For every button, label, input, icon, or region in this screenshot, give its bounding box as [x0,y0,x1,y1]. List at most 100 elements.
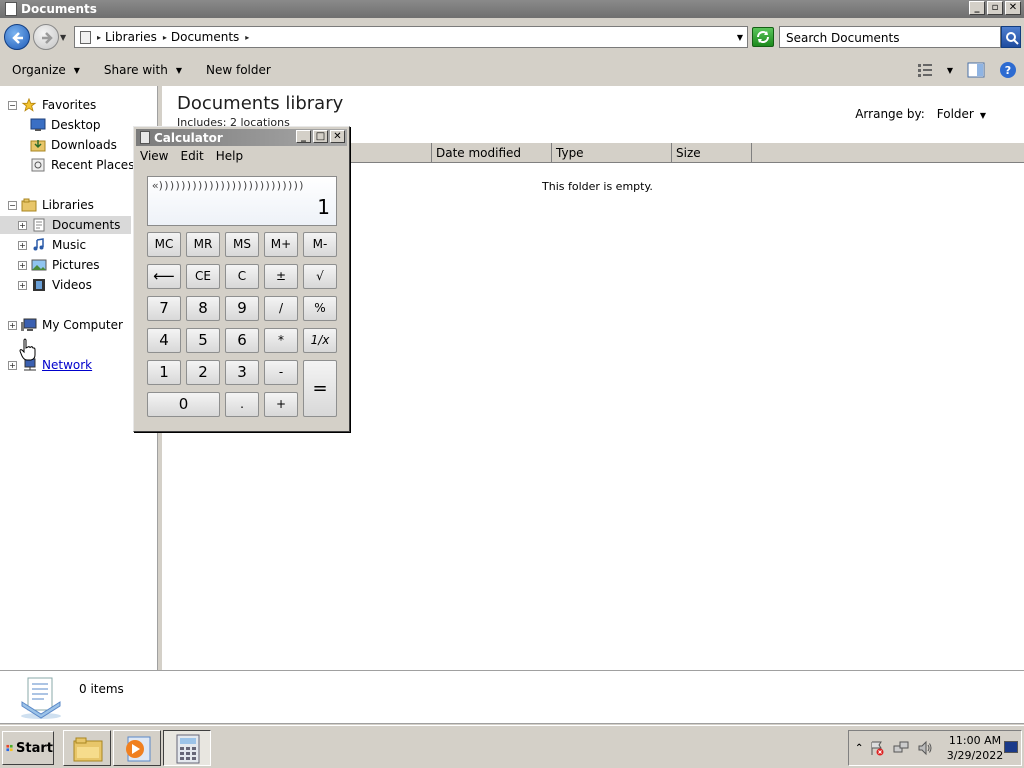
address-dropdown-icon[interactable]: ▼ [737,33,743,42]
negate-button[interactable]: ± [264,264,298,289]
backspace-button[interactable]: ⟵ [147,264,181,289]
recent-pages-dropdown-icon[interactable]: ▼ [60,33,66,42]
expand-toggle[interactable]: + [18,280,27,290]
digit-7-button[interactable]: 7 [147,296,181,321]
decimal-button[interactable]: . [225,392,259,417]
clear-button[interactable]: C [225,264,259,289]
menu-help[interactable]: Help [216,149,243,163]
nav-videos[interactable]: + Videos [18,276,92,294]
libraries-icon [21,198,37,212]
menu-edit[interactable]: Edit [180,149,203,163]
breadcrumb-chevron-icon[interactable]: ▸ [245,33,249,42]
calc-close-button[interactable]: ✕ [330,130,345,143]
digit-2-button[interactable]: 2 [186,360,220,385]
search-button[interactable] [1001,26,1021,48]
collapse-toggle[interactable]: − [8,200,17,210]
share-with-button[interactable]: Share with ▼ [92,54,194,86]
nav-downloads[interactable]: Downloads [30,136,117,154]
start-button[interactable]: Start [2,731,54,765]
mc-button[interactable]: MC [147,232,181,257]
nav-pictures[interactable]: + Pictures [18,256,100,274]
menu-view[interactable]: View [140,149,168,163]
subtract-button[interactable]: - [264,360,298,385]
nav-music[interactable]: + Music [18,236,86,254]
digit-6-button[interactable]: 6 [225,328,259,353]
windows-flag-icon [6,744,13,752]
expand-toggle[interactable]: + [18,220,27,230]
preview-pane-icon[interactable] [967,62,985,78]
reciprocal-button[interactable]: 1/x [303,328,337,353]
ms-button[interactable]: MS [225,232,259,257]
digit-1-button[interactable]: 1 [147,360,181,385]
arrange-by-dropdown[interactable]: Folder ▼ [937,107,986,121]
calculator-menu-bar: View Edit Help [140,149,243,163]
column-type[interactable]: Type [552,143,672,162]
show-hidden-icons-chevron-icon[interactable]: ⌃ [855,743,863,754]
search-input[interactable]: Search Documents [779,26,1001,48]
digit-3-button[interactable]: 3 [225,360,259,385]
column-date-modified[interactable]: Date modified [432,143,552,162]
m-minus-button[interactable]: M- [303,232,337,257]
view-options-dropdown-icon[interactable]: ▼ [947,66,953,75]
expand-toggle[interactable]: + [18,260,27,270]
back-arrow-icon [12,32,23,44]
downloads-folder-icon [30,140,46,152]
change-view-icon[interactable] [917,63,933,77]
volume-icon[interactable] [917,740,933,756]
breadcrumb-documents[interactable]: Documents [171,30,239,44]
address-bar[interactable]: ▸ Libraries ▸ Documents ▸ ▼ [74,26,748,48]
calculator-title-bar[interactable]: Calculator _ □ ✕ [136,129,347,146]
minimize-button[interactable]: _ [969,1,985,15]
calc-minimize-button[interactable]: _ [296,130,311,143]
digit-4-button[interactable]: 4 [147,328,181,353]
column-size[interactable]: Size [672,143,752,162]
nav-recent-places[interactable]: Recent Places [30,156,134,174]
digit-5-button[interactable]: 5 [186,328,220,353]
help-icon[interactable]: ? [999,61,1017,79]
folder-window-icon [5,2,17,16]
expand-toggle[interactable]: + [18,240,27,250]
organize-button[interactable]: Organize ▼ [0,54,92,86]
taskbar-calculator-button[interactable] [163,730,211,766]
nav-favorites[interactable]: − Favorites [8,96,96,114]
forward-button[interactable] [33,24,59,50]
digit-8-button[interactable]: 8 [186,296,220,321]
show-desktop-button[interactable] [1004,741,1018,753]
divide-button[interactable]: / [264,296,298,321]
breadcrumb-libraries[interactable]: Libraries [105,30,157,44]
refresh-button[interactable] [752,27,774,47]
network-status-icon[interactable] [893,740,909,756]
digit-9-button[interactable]: 9 [225,296,259,321]
taskbar-media-player-button[interactable] [113,730,161,766]
restore-button[interactable]: ▫ [987,1,1003,15]
address-toolbar: ▼ ▸ Libraries ▸ Documents ▸ ▼ Search Doc… [0,18,1024,54]
percent-button[interactable]: % [303,296,337,321]
nav-my-computer[interactable]: + My Computer [8,316,123,334]
back-button[interactable] [4,24,30,50]
search-icon [1006,32,1019,45]
add-button[interactable]: + [264,392,298,417]
equals-button[interactable]: = [303,360,337,417]
new-folder-button[interactable]: New folder [194,54,283,86]
breadcrumb-chevron-icon[interactable]: ▸ [163,33,167,42]
clear-entry-button[interactable]: CE [186,264,220,289]
collapse-toggle[interactable]: − [8,100,17,110]
nav-documents[interactable]: + Documents [0,216,131,234]
system-clock[interactable]: 11:00 AM 3/29/2022 [945,733,1005,763]
breadcrumb-root-chevron-icon[interactable]: ▸ [97,33,101,42]
action-center-flag-icon[interactable] [869,740,885,756]
m-plus-button[interactable]: M+ [264,232,298,257]
close-button[interactable]: ✕ [1005,1,1021,15]
nav-libraries[interactable]: − Libraries [8,196,94,214]
mr-button[interactable]: MR [186,232,220,257]
expand-toggle[interactable]: + [8,360,17,370]
taskbar-explorer-button[interactable] [63,730,111,766]
multiply-button[interactable]: * [264,328,298,353]
square-root-button[interactable]: √ [303,264,337,289]
explorer-title-bar[interactable]: Documents _ ▫ ✕ [0,0,1024,18]
pictures-icon [31,259,47,271]
expand-toggle[interactable]: + [8,320,17,330]
digit-0-button[interactable]: 0 [147,392,220,417]
nav-desktop[interactable]: Desktop [30,116,101,134]
calc-maximize-button[interactable]: □ [313,130,328,143]
